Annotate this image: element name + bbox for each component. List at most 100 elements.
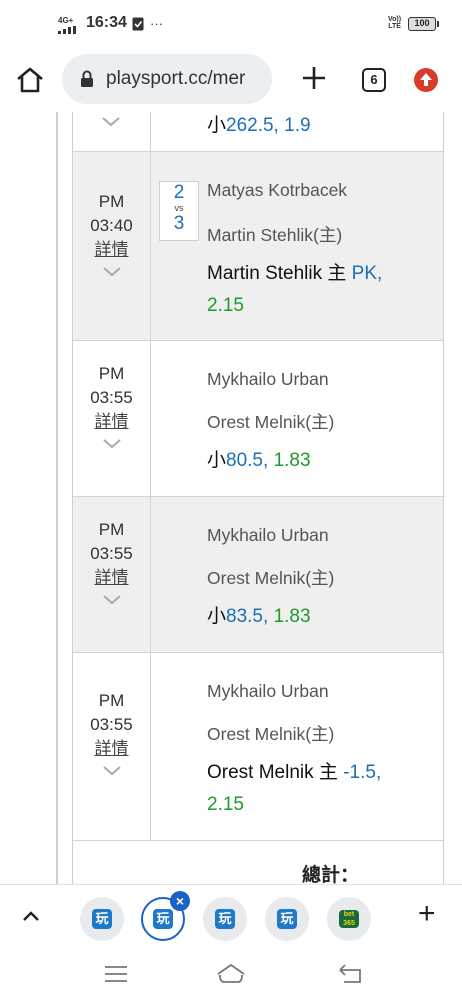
bet-line: 小262.5, 1.9: [207, 112, 427, 142]
site-favicon-icon: 玩: [277, 909, 297, 929]
away-team: Matyas Kotrbacek: [207, 180, 348, 200]
tab-thumbnail[interactable]: 玩: [80, 897, 124, 941]
table-row: PM 03:40 詳情 2 vs 3 Matyas Kotrbacek Mart…: [73, 152, 443, 341]
time-value: 03:55: [90, 544, 133, 563]
detail-link[interactable]: 詳情: [73, 238, 150, 262]
bet-pick: 小: [207, 606, 227, 627]
bet-handicap: 80.5,: [226, 450, 269, 471]
detail-link[interactable]: 詳情: [73, 737, 150, 761]
table-row: 小262.5, 1.9: [73, 112, 443, 152]
tab-strip: 玩 玩 × 玩 玩 bet 365 +: [0, 884, 462, 950]
bet-pick: Orest Melnik 主: [207, 762, 344, 783]
network-indicator: 4G+: [58, 16, 74, 25]
status-bar: 4G+ 16:34 ··· Vo)) LTE 100: [0, 0, 462, 48]
home-nav-icon[interactable]: [216, 962, 246, 986]
arrow-up-icon: [420, 73, 432, 86]
tab-thumbnail[interactable]: bet 365: [327, 897, 371, 941]
battery-level: 100: [414, 18, 430, 28]
match-time: PM 03:55 詳情: [73, 518, 150, 606]
chevron-up-icon[interactable]: [20, 905, 42, 927]
time-value: 03:55: [90, 388, 133, 407]
home-team: Orest Melnik(主): [207, 568, 335, 588]
time-ampm: PM: [98, 364, 125, 383]
bet-odds: 2.15: [207, 794, 244, 815]
time-ampm: PM: [98, 520, 125, 539]
detail-link[interactable]: 詳情: [73, 410, 150, 434]
bet365-favicon-icon: bet 365: [339, 910, 359, 928]
table-row: PM 03:55 詳情 Mykhailo Urban Orest Melnik(…: [73, 653, 443, 841]
divider: [443, 112, 444, 884]
bet-odds: 1.83: [273, 450, 311, 471]
url-text: playsport.cc/mer: [106, 68, 246, 89]
away-team: Mykhailo Urban: [207, 525, 329, 545]
divider: [150, 653, 151, 840]
site-favicon-icon: 玩: [92, 909, 112, 929]
bet-handicap: 83.5,: [226, 606, 269, 627]
time-ampm: PM: [98, 691, 125, 710]
home-team: Martin Stehlik(主): [207, 225, 343, 245]
site-favicon-icon: 玩: [153, 909, 173, 929]
detail-link[interactable]: 詳情: [73, 566, 150, 590]
table-row: PM 03:55 詳情 Mykhailo Urban Orest Melnik(…: [73, 497, 443, 653]
close-tab-button[interactable]: ×: [170, 891, 190, 911]
update-button[interactable]: [414, 68, 438, 92]
battery-icon: 100: [408, 17, 439, 31]
more-notifications-icon: ···: [150, 16, 163, 31]
match-table: 小262.5, 1.9 PM 03:40 詳情 2 vs 3 Matyas Ko…: [0, 112, 462, 884]
match-time: PM 03:55 詳情: [73, 362, 150, 450]
clipboard-icon: [132, 17, 144, 31]
bet-handicap: -1.5,: [343, 762, 382, 783]
bet-odds: 1.83: [273, 606, 311, 627]
chevron-down-icon[interactable]: [102, 765, 122, 777]
chevron-down-icon[interactable]: [101, 116, 121, 128]
time-ampm: PM: [98, 192, 125, 211]
bet-line: 小80.5, 1.83: [207, 445, 427, 477]
total-label: 總計：: [302, 865, 360, 884]
menu-icon[interactable]: [104, 965, 128, 983]
table-row: PM 03:55 詳情 Mykhailo Urban Orest Melnik(…: [73, 341, 443, 497]
home-team: Orest Melnik(主): [207, 724, 335, 744]
divider: [150, 152, 151, 340]
bet-line: Martin Stehlik 主 PK, 2.15: [207, 258, 427, 322]
home-team: Orest Melnik(主): [207, 412, 335, 432]
bet-pick: 小: [207, 115, 227, 136]
score-home: 3: [173, 213, 185, 234]
bet-handicap: 262.5,: [226, 115, 279, 136]
away-team: Mykhailo Urban: [207, 369, 329, 389]
address-bar[interactable]: playsport.cc/mer: [62, 54, 272, 104]
divider: [150, 112, 151, 151]
vs-label: vs: [174, 203, 184, 213]
away-team: Mykhailo Urban: [207, 681, 329, 701]
bet-line: 小83.5, 1.83: [207, 601, 427, 633]
tab-switcher-button[interactable]: 6: [362, 68, 386, 92]
lock-icon: [81, 70, 93, 87]
match-time: PM 03:55 詳情: [73, 689, 150, 777]
tab-thumbnail[interactable]: 玩: [265, 897, 309, 941]
time-value: 03:40: [90, 216, 133, 235]
score-away: 2: [173, 182, 185, 203]
browser-toolbar: playsport.cc/mer 6: [0, 48, 462, 112]
divider: [150, 341, 151, 496]
chevron-down-icon[interactable]: [102, 438, 122, 450]
bet-odds: 2.15: [207, 295, 244, 316]
back-icon[interactable]: [338, 964, 364, 984]
add-tab-button[interactable]: +: [418, 897, 436, 931]
site-favicon-icon: 玩: [215, 909, 235, 929]
divider: [150, 497, 151, 652]
score-box: 2 vs 3: [159, 181, 199, 241]
tab-thumbnail[interactable]: 玩: [203, 897, 247, 941]
bet-line: Orest Melnik 主 -1.5, 2.15: [207, 757, 427, 821]
chevron-down-icon[interactable]: [102, 594, 122, 606]
match-time: PM 03:40 詳情: [73, 190, 150, 278]
new-tab-button[interactable]: [298, 62, 330, 94]
chevron-down-icon[interactable]: [102, 266, 122, 278]
divider: [56, 112, 58, 884]
system-navigation-bar: [0, 950, 462, 1000]
plus-icon: [303, 67, 325, 89]
volte-icon: Vo)) LTE: [388, 16, 402, 30]
home-icon[interactable]: [14, 64, 46, 96]
time-value: 03:55: [90, 715, 133, 734]
bet-odds: 1.9: [284, 115, 311, 136]
bet-pick: Martin Stehlik 主: [207, 263, 352, 284]
signal-icon: [58, 26, 76, 34]
